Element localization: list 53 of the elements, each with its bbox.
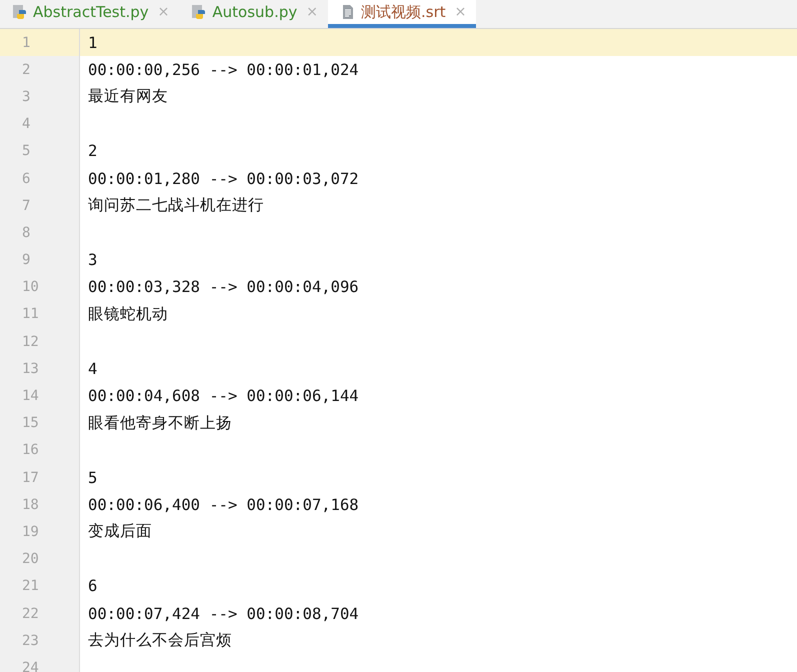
line-number: 19 (22, 524, 39, 540)
code-line: 1 (88, 34, 98, 52)
line-number: 11 (22, 306, 39, 322)
code-line: 3 (88, 251, 98, 270)
close-icon[interactable]: × (158, 4, 170, 20)
code-line: 00:00:01,280 --> 00:00:03,072 (88, 170, 359, 188)
line-number: 2 (22, 62, 30, 78)
python-file-icon (191, 4, 208, 20)
line-number: 18 (22, 496, 39, 513)
code-line: 去为什么不会后宫烦 (88, 630, 232, 652)
line-number: 9 (22, 252, 30, 268)
code-line: 变成后面 (88, 521, 152, 542)
code-line: 6 (88, 577, 98, 596)
python-file-icon (12, 4, 28, 20)
tab-label: 测试视频.srt (360, 2, 446, 22)
tab-label: AbstractTest.py (33, 3, 149, 21)
line-number: 23 (22, 632, 39, 649)
line-number: 22 (22, 606, 39, 622)
code-line: 2 (88, 142, 98, 160)
line-number: 3 (22, 88, 30, 105)
line-number: 14 (22, 388, 39, 404)
code-line: 最近有网友 (88, 86, 168, 108)
line-number: 10 (22, 279, 39, 296)
code-line: 询问苏二七战斗机在进行 (88, 195, 264, 216)
code-line: 5 (88, 468, 98, 487)
editor-tab[interactable]: AbstractTest.py × (0, 0, 180, 28)
code-line: 00:00:07,424 --> 00:00:08,704 (88, 604, 359, 623)
code-line: 眼镜蛇机动 (88, 304, 168, 325)
line-number: 13 (22, 360, 39, 377)
line-number: 17 (22, 470, 39, 486)
editor-tab[interactable]: 测试视频.srt × (328, 0, 476, 28)
line-number: 1 (22, 34, 30, 51)
close-icon[interactable]: × (454, 4, 466, 20)
line-number: 5 (22, 143, 30, 160)
line-number: 21 (22, 578, 39, 594)
line-number: 12 (22, 334, 39, 350)
code-line: 00:00:04,608 --> 00:00:06,144 (88, 387, 359, 406)
line-number: 20 (22, 551, 39, 568)
line-number: 16 (22, 442, 39, 458)
line-number: 24 (22, 660, 39, 672)
code-line: 00:00:00,256 --> 00:00:01,024 (88, 60, 359, 79)
line-number: 4 (22, 116, 30, 132)
code-line: 眼看他寄身不断上扬 (88, 412, 232, 434)
code-line: 00:00:06,400 --> 00:00:07,168 (88, 496, 359, 514)
close-icon[interactable]: × (306, 4, 318, 20)
code-line: 00:00:03,328 --> 00:00:04,096 (88, 278, 359, 296)
tab-label: Autosub.py (212, 3, 298, 21)
line-number: 15 (22, 415, 39, 432)
code-line: 4 (88, 360, 98, 378)
line-number: 6 (22, 170, 30, 187)
editor-tab[interactable]: Autosub.py × (179, 0, 328, 28)
line-number: 8 (22, 224, 30, 241)
line-number: 7 (22, 198, 30, 214)
